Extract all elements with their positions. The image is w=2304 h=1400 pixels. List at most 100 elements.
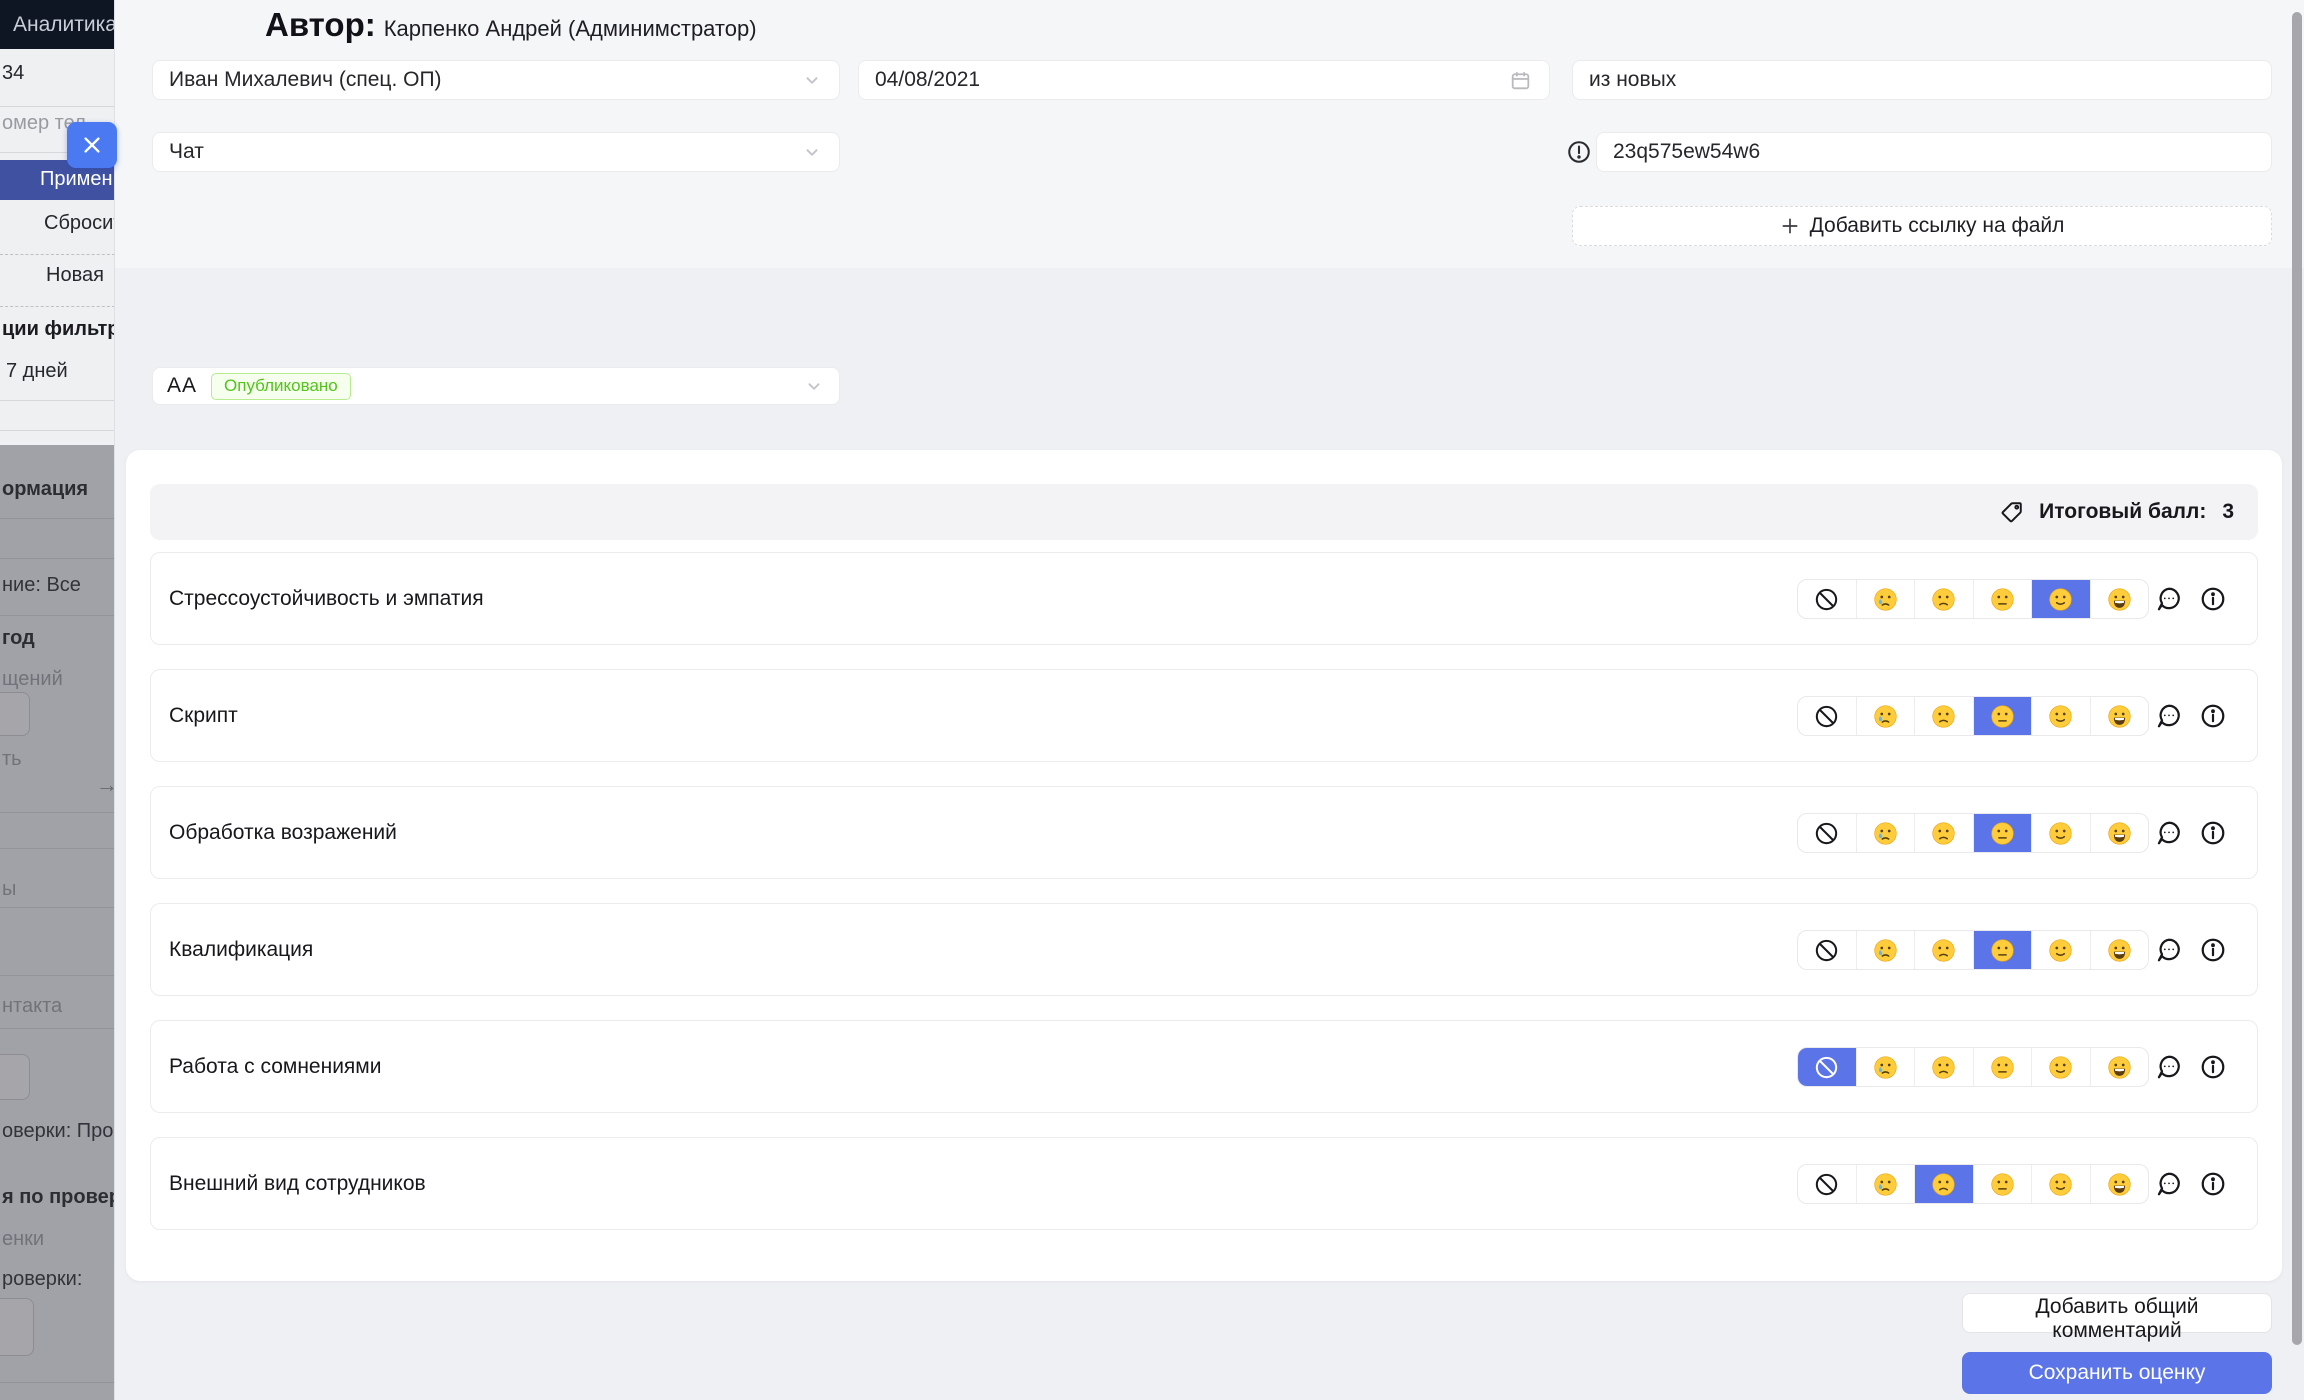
rating-option-face-frown[interactable] [1915, 931, 1974, 969]
criterion-label: Обработка возражений [169, 821, 397, 845]
rating-option-face-neutral[interactable] [1974, 1048, 2033, 1086]
conversation-id-input[interactable]: 23q575ew54w6 [1596, 132, 2272, 172]
rating-option-face-smile[interactable] [2032, 697, 2091, 735]
comment-bubble-icon[interactable] [2155, 936, 2183, 964]
chevron-down-icon [801, 141, 823, 163]
rating-scale [1797, 579, 2149, 619]
evaluator-initials: АА [167, 374, 197, 398]
rating-option-no-rating[interactable] [1798, 931, 1857, 969]
rating-scale [1797, 696, 2149, 736]
new-filter-button[interactable]: Новая [46, 264, 104, 287]
rating-option-no-rating[interactable] [1798, 814, 1857, 852]
criterion-row: Квалификация [150, 903, 2258, 996]
analytics-header: Аналитика [0, 0, 115, 49]
rating-option-no-rating[interactable] [1798, 1048, 1857, 1086]
rating-option-face-smile[interactable] [2032, 814, 2091, 852]
manager-select[interactable]: Иван Михалевич (спец. ОП) [152, 60, 840, 100]
tag-icon [1999, 499, 2025, 525]
exclamation-circle-icon [1566, 139, 1592, 165]
rating-option-face-neutral[interactable] [1974, 931, 2033, 969]
evaluation-panel: Автор: Карпенко Андрей (Админимстратор) … [115, 0, 2304, 1400]
save-evaluation-button[interactable]: Сохранить оценку [1962, 1352, 2272, 1394]
rating-option-face-frown[interactable] [1915, 580, 1974, 618]
comment-bubble-icon[interactable] [2155, 702, 2183, 730]
rating-scale [1797, 813, 2149, 853]
rating-option-face-grin[interactable] [2091, 1165, 2149, 1203]
comment-bubble-icon[interactable] [2155, 1053, 2183, 1081]
rating-option-face-frown[interactable] [1915, 1048, 1974, 1086]
rating-option-face-smile[interactable] [2032, 931, 2091, 969]
rating-option-face-neutral[interactable] [1974, 697, 2033, 735]
comment-bubble-icon[interactable] [2155, 819, 2183, 847]
info-icon[interactable] [2199, 819, 2227, 847]
rating-option-face-grin[interactable] [2091, 931, 2149, 969]
divider [0, 106, 115, 107]
rating-option-face-grin[interactable] [2091, 1048, 2149, 1086]
rating-option-face-neutral[interactable] [1974, 1165, 2033, 1203]
reset-filters-button[interactable]: Сбросит [44, 212, 115, 235]
filters-sidebar: Аналитика 34 омер тел Примени Сбросит Но… [0, 0, 115, 1400]
status-badge: Опубликовано [211, 373, 351, 400]
plus-icon [1780, 216, 1800, 236]
chevron-down-icon [803, 375, 825, 397]
criterion-row: Обработка возражений [150, 786, 2258, 879]
add-file-link-button[interactable]: Добавить ссылку на файл [1572, 206, 2272, 246]
comment-bubble-icon[interactable] [2155, 1170, 2183, 1198]
rating-option-face-grin[interactable] [2091, 814, 2149, 852]
rating-option-face-grin[interactable] [2091, 697, 2149, 735]
rating-option-face-grin[interactable] [2091, 580, 2149, 618]
add-general-comment-button[interactable]: Добавить общий комментарий [1962, 1293, 2272, 1333]
rating-option-face-crying[interactable] [1857, 1048, 1916, 1086]
info-icon[interactable] [2199, 702, 2227, 730]
info-icon[interactable] [2199, 585, 2227, 613]
rating-option-face-frown[interactable] [1915, 814, 1974, 852]
sidebar-backdrop [0, 445, 115, 1400]
channel-select[interactable]: Чат [152, 132, 840, 172]
criterion-row: Скрипт [150, 669, 2258, 762]
rating-option-no-rating[interactable] [1798, 697, 1857, 735]
rating-option-face-smile[interactable] [2032, 1048, 2091, 1086]
info-icon[interactable] [2199, 936, 2227, 964]
calendar-icon [1508, 68, 1533, 93]
rating-option-face-crying[interactable] [1857, 1165, 1916, 1203]
info-icon[interactable] [2199, 1053, 2227, 1081]
filters-section-title: ции фильтров [2, 318, 115, 341]
rating-option-face-crying[interactable] [1857, 814, 1916, 852]
rating-option-no-rating[interactable] [1798, 1165, 1857, 1203]
divider [0, 254, 115, 255]
rating-option-face-crying[interactable] [1857, 697, 1916, 735]
rating-option-face-frown[interactable] [1915, 1165, 1974, 1203]
author-name: Карпенко Андрей (Админимстратор) [384, 16, 757, 42]
rating-option-face-neutral[interactable] [1974, 814, 2033, 852]
source-input[interactable]: из новых [1572, 60, 2272, 100]
rating-option-face-crying[interactable] [1857, 580, 1916, 618]
rating-scale [1797, 1164, 2149, 1204]
rating-option-face-frown[interactable] [1915, 697, 1974, 735]
rating-option-no-rating[interactable] [1798, 580, 1857, 618]
criterion-label: Квалификация [169, 938, 313, 962]
rating-option-face-smile[interactable] [2032, 580, 2091, 618]
info-icon[interactable] [2199, 1170, 2227, 1198]
rating-option-face-crying[interactable] [1857, 931, 1916, 969]
criterion-row: Стрессоустойчивость и эмпатия [150, 552, 2258, 645]
criterion-label: Стрессоустойчивость и эмпатия [169, 587, 484, 611]
rating-option-face-smile[interactable] [2032, 1165, 2091, 1203]
sidebar-count: 34 [2, 62, 24, 85]
scrollbar-thumb[interactable] [2292, 12, 2302, 1345]
divider [0, 430, 115, 431]
criterion-row: Работа с сомнениями [150, 1020, 2258, 1113]
rating-option-face-neutral[interactable] [1974, 580, 2033, 618]
date-picker[interactable]: 04/08/2021 [858, 60, 1550, 100]
criterion-label: Внешний вид сотрудников [169, 1172, 426, 1196]
rating-scale [1797, 930, 2149, 970]
criteria-list: Стрессоустойчивость и эмпатия Скрипт Обр… [150, 552, 2258, 1254]
rating-scale [1797, 1047, 2149, 1087]
author-label: Автор: [265, 6, 376, 44]
evaluation-status-select[interactable]: АА Опубликовано [152, 367, 840, 405]
divider [0, 306, 115, 307]
comment-bubble-icon[interactable] [2155, 585, 2183, 613]
criterion-label: Работа с сомнениями [169, 1055, 381, 1079]
total-score-bar: Итоговый балл: 3 [150, 484, 2258, 540]
close-button[interactable] [67, 122, 117, 168]
criterion-row: Внешний вид сотрудников [150, 1137, 2258, 1230]
